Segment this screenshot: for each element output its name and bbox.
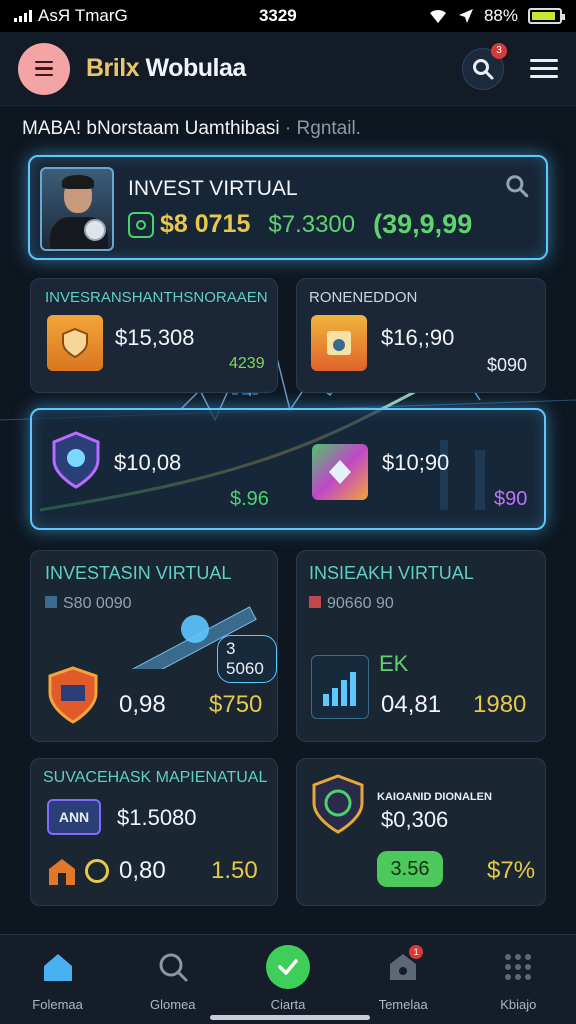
tile-value-2: 0,80: [119, 857, 166, 884]
nav-label: Ciarta: [270, 997, 306, 1012]
tile-subtitle: 90660 90: [309, 595, 394, 613]
search-button[interactable]: 3: [462, 42, 507, 90]
square-icon: [45, 596, 57, 608]
check-icon: [265, 945, 310, 989]
asset-tile-top-left[interactable]: INVESRANSHANTHSNORAAEN $15,308 4239: [30, 278, 278, 393]
invest-amount-primary: $8 0715: [160, 210, 251, 238]
badge-icon: ANN: [47, 799, 101, 835]
bar-chart-icon: [311, 655, 369, 719]
tile-label: INVESRANSHANTHSNORAAEN: [45, 289, 268, 306]
tile-subtitle-text: 90660 90: [327, 595, 394, 612]
app-header: Brilx Wobulaa 3: [0, 32, 576, 106]
tile-value-left: $10,08: [114, 450, 182, 475]
page-subtitle: MABA! bNorstaam Uamthibasi · Rgntail.: [22, 118, 562, 140]
tile-chart-value: 4239: [229, 355, 265, 372]
grid-icon: [496, 945, 540, 989]
signal-icon: [14, 10, 32, 22]
rainbow-tile-icon: [312, 444, 368, 500]
tile-side-value: $7%: [487, 857, 536, 884]
tile-value-2: $750: [209, 691, 263, 718]
invest-card-title: INVEST VIRTUAL: [128, 177, 298, 200]
nav-label: Glomea: [150, 997, 196, 1012]
hamburger-menu-button[interactable]: [530, 59, 558, 78]
header-actions: 3: [462, 42, 558, 90]
tile-value-1: 04,81: [381, 691, 442, 718]
menu-button[interactable]: [18, 42, 70, 95]
invest-amount-secondary: $7.3300: [268, 210, 356, 238]
app-title: Brilx Wobulaa: [86, 54, 246, 83]
tile-side-value: $90: [494, 488, 528, 510]
nav-label: Kbiajo: [500, 997, 537, 1012]
investment-tile-left[interactable]: INVESTASIN VIRTUAL S80 0090 3 5060 0,98 …: [30, 550, 278, 742]
asset-tile-bottom-right[interactable]: KAIOANID DIONALEN $0,306 3.56 $7%: [296, 758, 546, 906]
value-badge: 3 5060: [217, 635, 277, 683]
nav-label: Folemaa: [32, 997, 83, 1012]
invest-virtual-card[interactable]: INVEST VIRTUAL $8 0715 $7.3300 (39,9,99: [28, 155, 548, 260]
coin-icon: [128, 211, 154, 238]
location-icon: [458, 9, 473, 23]
shield-icon: [45, 666, 101, 724]
wifi-icon: [429, 9, 446, 23]
tile-value: $1.5080: [117, 805, 197, 830]
asset-tile-featured[interactable]: $10,08 $.96 $10;90 $90: [30, 408, 546, 530]
battery-percent: 88%: [483, 6, 518, 25]
tile-value-right: $10;90: [382, 450, 450, 475]
badge-text: ANN: [58, 809, 90, 825]
tile-label: RONENEDDON: [309, 289, 418, 306]
tile-value: $16,;90: [381, 325, 455, 350]
nav-item-grid[interactable]: Kbiajo: [468, 945, 568, 1012]
carrier-label: AsЯ TmarG: [38, 6, 128, 25]
coin-icon: [85, 859, 109, 883]
asset-tile-top-right[interactable]: RONENEDDON $16,;90 $090: [296, 278, 546, 393]
tile-change: $.96: [230, 488, 269, 510]
bottom-navigation: Folemaa Glomea Ciarta 1 Temelaa Kbiajo: [0, 934, 576, 1024]
tile-side-value: $090: [487, 355, 528, 375]
notification-badge: 3: [491, 42, 507, 59]
subtitle-main: MABA! bNorstaam Uamthibasi: [22, 118, 280, 139]
square-icon: [309, 596, 321, 608]
app-title-rest: Wobulaa: [139, 54, 247, 82]
status-right: 88%: [428, 6, 565, 26]
avatar: [40, 167, 114, 251]
search-icon[interactable]: [504, 173, 530, 199]
tile-value-2: 1980: [473, 691, 527, 718]
home-indicator[interactable]: [210, 1015, 370, 1020]
nav-label: Temelaa: [378, 997, 428, 1012]
status-left: AsЯ TmarG: [14, 6, 128, 26]
value-pill-button[interactable]: 3.56: [377, 851, 443, 887]
app-title-brand: Brilx: [86, 54, 140, 82]
nav-item-bag[interactable]: 1 Temelaa: [353, 945, 453, 1012]
tile-value-3: 1.50: [211, 857, 258, 884]
clock: 3329: [258, 6, 297, 25]
subtitle-muted: · Rgntail.: [279, 118, 361, 139]
vault-icon: [311, 315, 367, 371]
invest-amount-total: (39,9,99: [373, 209, 473, 239]
tile-small-label: KAIOANID DIONALEN: [377, 791, 492, 803]
tile-title: SUVACEHASK MAPIENATUAL: [43, 769, 268, 786]
pill-label: 3.56: [390, 857, 430, 880]
value-badge-text: 3 5060: [226, 639, 264, 678]
tile-title: INSIEAKH VIRTUAL: [309, 563, 474, 583]
bag-icon: 1: [381, 945, 425, 989]
tile-value: $0,306: [381, 807, 449, 832]
nav-item-check[interactable]: Ciarta: [238, 945, 338, 1012]
house-icon: [49, 859, 75, 885]
search-icon: [473, 58, 494, 79]
tile-value: $15,308: [115, 325, 195, 350]
nav-item-search[interactable]: Glomea: [123, 945, 223, 1012]
investment-tile-right[interactable]: INSIEAKH VIRTUAL 90660 90 EK 04,81 1980: [296, 550, 546, 742]
invest-amount-row: $8 0715 $7.3300 (39,9,99: [128, 209, 472, 240]
status-bar: AsЯ TmarG 3329 88%: [0, 0, 576, 32]
dollar-shield-icon: [312, 774, 364, 834]
battery-icon: [528, 8, 565, 24]
home-icon: [36, 945, 80, 989]
tile-ek-label: EK: [379, 651, 409, 676]
shield-badge-icon: [47, 315, 103, 371]
nav-badge: 1: [409, 945, 424, 959]
search-icon: [151, 945, 195, 989]
nav-item-home[interactable]: Folemaa: [8, 945, 108, 1012]
shield-crest-icon: [48, 431, 104, 489]
asset-tile-bottom-left[interactable]: SUVACEHASK MAPIENATUAL ANN $1.5080 0,80 …: [30, 758, 278, 906]
tile-value-1: 0,98: [119, 691, 166, 718]
